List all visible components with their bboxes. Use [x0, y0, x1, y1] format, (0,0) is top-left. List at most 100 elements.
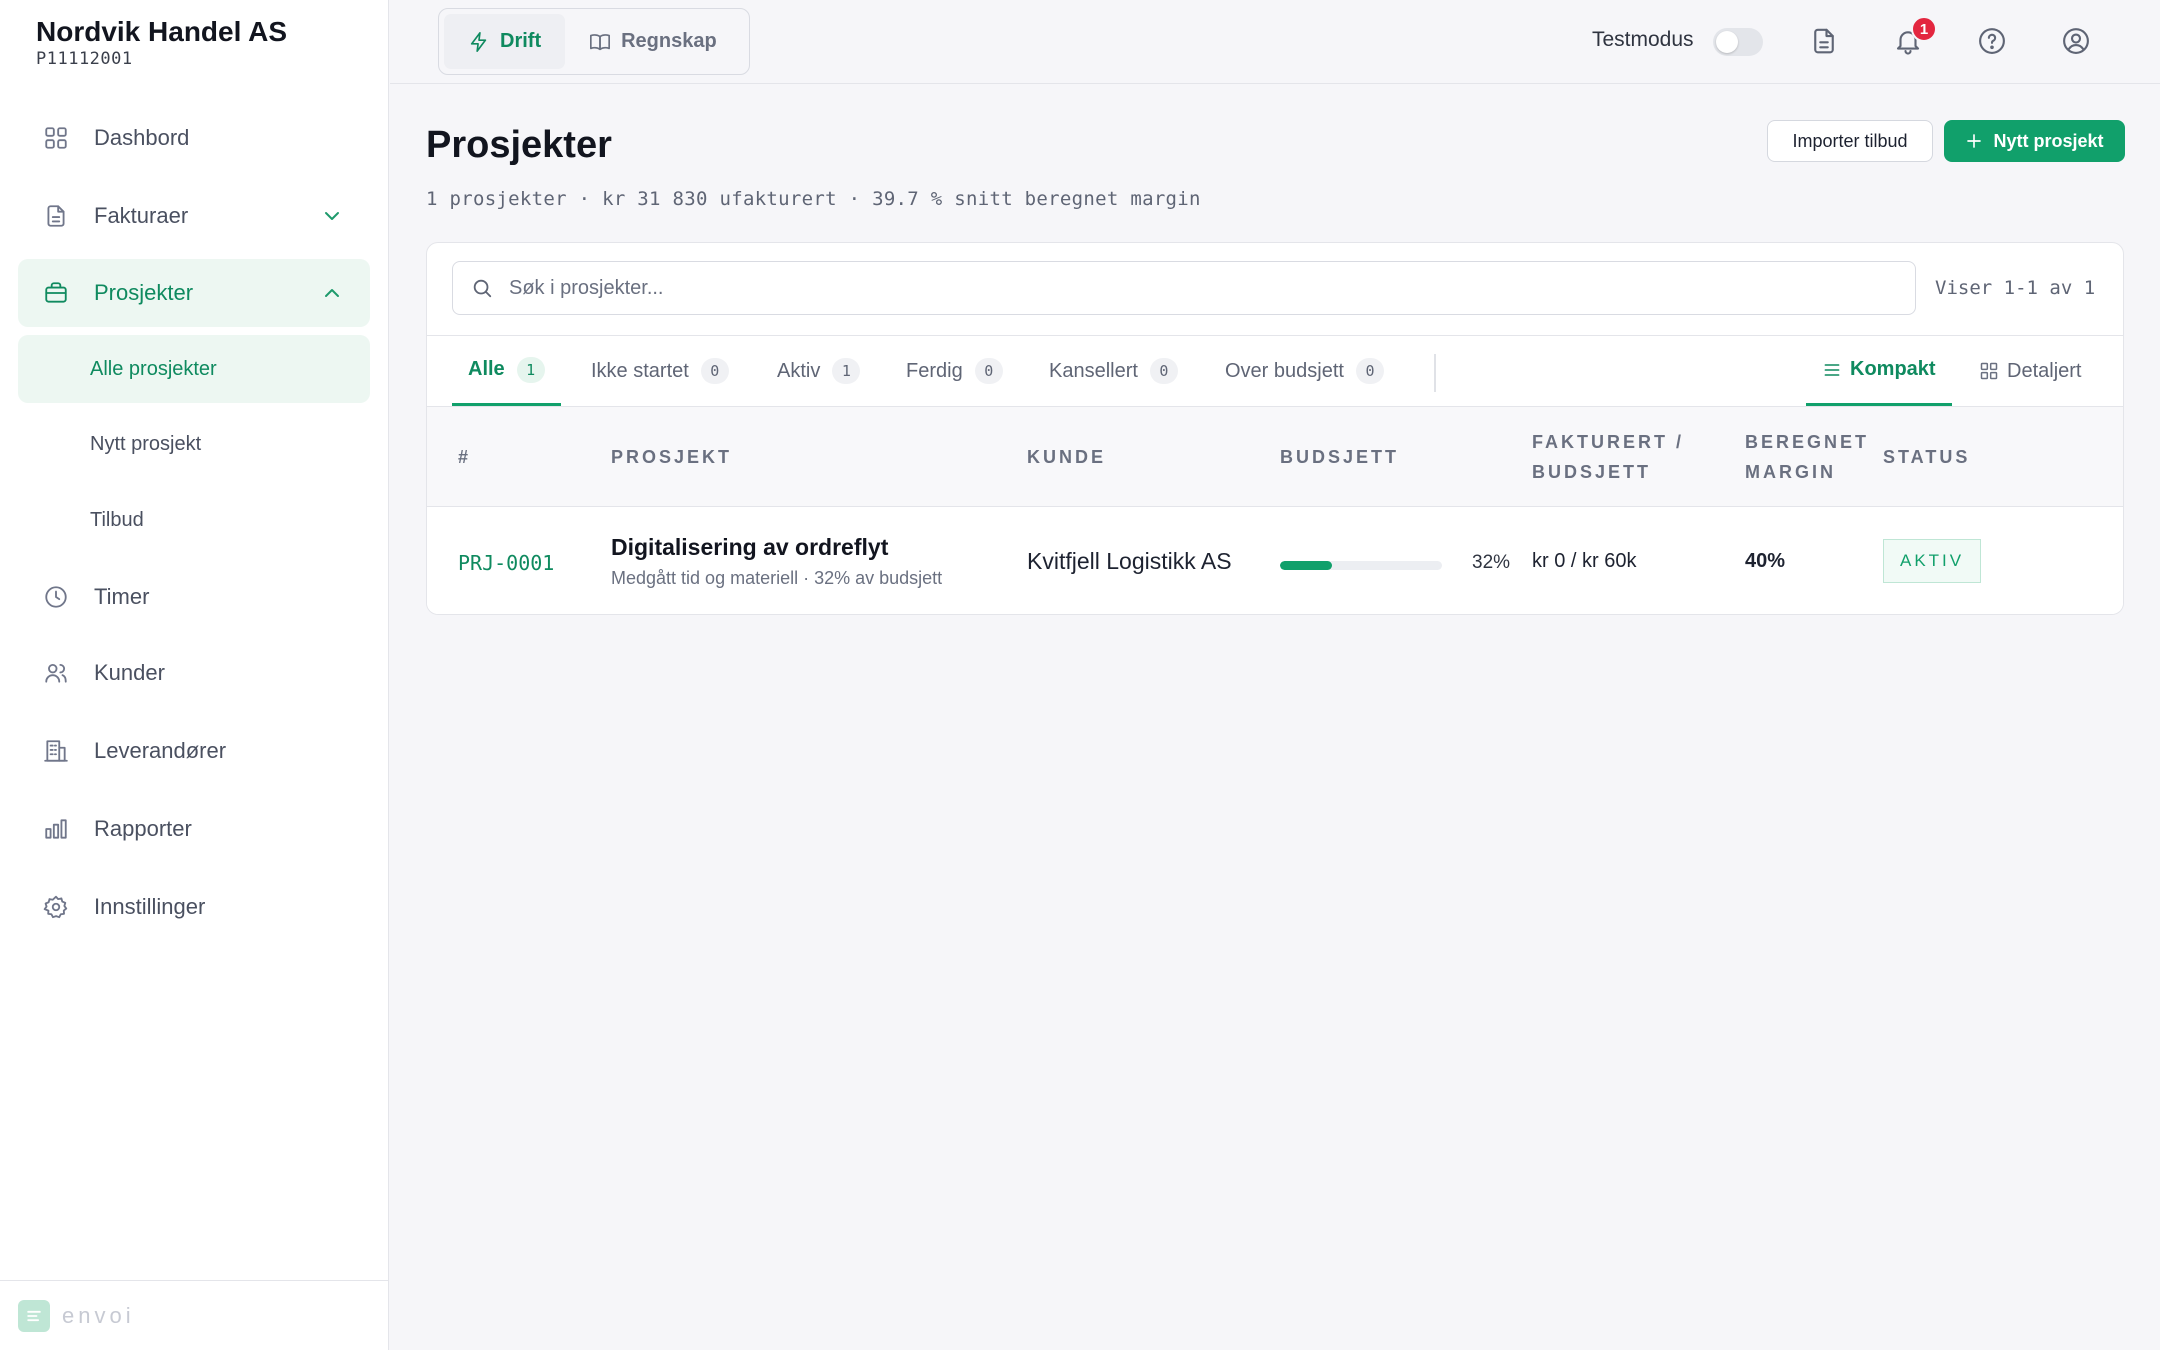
- tab-kansellert[interactable]: Kansellert 0: [1049, 336, 1178, 406]
- import-quote-button[interactable]: Importer tilbud: [1767, 120, 1933, 162]
- brand-logo-icon: [18, 1299, 50, 1332]
- sidebar-item-settings[interactable]: Innstillinger: [18, 873, 370, 941]
- sidebar-subitem-quotes[interactable]: Tilbud: [18, 486, 370, 554]
- customer-name: Kvitfjell Logistikk AS: [1027, 548, 1232, 574]
- project-subtitle: Medgått tid og materiell · 32% av budsje…: [611, 568, 943, 588]
- building-icon: [42, 737, 70, 765]
- book-icon: [590, 33, 611, 50]
- help-icon[interactable]: [1975, 24, 2009, 58]
- column-header-invoiced[interactable]: FAKTURERT / BUDSJETT: [1532, 427, 1684, 487]
- page-summary: 1 prosjekter · kr 31 830 ufakturert · 39…: [426, 188, 1201, 210]
- chevron-up-icon[interactable]: [320, 281, 344, 305]
- sidebar-item-label: Kunder: [94, 660, 165, 685]
- view-label: Detaljert: [2007, 359, 2082, 382]
- sidebar-item-label: Rapporter: [94, 816, 192, 841]
- sidebar-item-label: Timer: [94, 584, 150, 609]
- tab-label: Ikke startet: [591, 359, 689, 382]
- document-icon[interactable]: [1807, 24, 1841, 58]
- column-header-status[interactable]: STATUS: [1883, 442, 1970, 472]
- view-label: Kompakt: [1850, 358, 1936, 380]
- calculated-margin: 40%: [1745, 550, 1786, 572]
- sidebar-item-customers[interactable]: Kunder: [18, 639, 370, 707]
- brand-name: envoi: [62, 1302, 135, 1328]
- tab-alle[interactable]: Alle 1: [452, 336, 561, 406]
- top-bar: Drift Regnskap Testmodus 1: [390, 0, 2160, 84]
- search-box[interactable]: [452, 261, 1916, 315]
- sidebar-item-suppliers[interactable]: Leverandører: [18, 717, 370, 785]
- sidebar-subitem-all-projects[interactable]: Alle prosjekter: [18, 335, 370, 403]
- search-input[interactable]: [509, 276, 1889, 300]
- test-mode-label: Testmodus: [1592, 28, 1694, 51]
- toggle-knob: [1716, 31, 1738, 53]
- project-name[interactable]: Digitalisering av ordreflyt: [611, 534, 888, 561]
- lightning-icon: [470, 31, 487, 52]
- header-line: BEREGNET: [1745, 432, 1870, 452]
- tab-divider: [1434, 354, 1436, 392]
- sidebar-item-label: Leverandører: [94, 738, 227, 763]
- notification-badge: 1: [1911, 16, 1937, 42]
- table-header: # PROSJEKT KUNDE BUDSJETT FAKTURERT / BU…: [427, 407, 2123, 507]
- project-id-link[interactable]: PRJ-0001: [458, 551, 554, 575]
- tab-label: Alle: [468, 358, 505, 380]
- briefcase-icon: [42, 279, 70, 307]
- budget-percent: 32%: [1472, 552, 1511, 573]
- column-header-budget[interactable]: BUDSJETT: [1280, 442, 1399, 472]
- sidebar-item-label: Fakturaer: [94, 203, 189, 228]
- grid-icon: [42, 124, 70, 152]
- projects-card: Viser 1-1 av 1 Alle 1 Ikke startet 0 Akt…: [426, 242, 2124, 615]
- view-compact-button[interactable]: Kompakt: [1806, 336, 1952, 406]
- column-header-customer[interactable]: KUNDE: [1027, 442, 1106, 472]
- bar-chart-icon: [42, 815, 70, 843]
- invoiced-budget: kr 0 / kr 60k: [1532, 550, 1637, 572]
- sidebar-item-hours[interactable]: Timer: [18, 563, 370, 631]
- table-row[interactable]: PRJ-0001 Digitalisering av ordreflyt Med…: [427, 508, 2123, 614]
- budget-progress-fill: [1280, 561, 1332, 570]
- test-mode-toggle[interactable]: [1713, 28, 1763, 56]
- tab-ikke-startet[interactable]: Ikke startet 0: [591, 336, 729, 406]
- tab-over-budsjett[interactable]: Over budsjett 0: [1225, 336, 1384, 406]
- tab-count: 0: [1355, 358, 1384, 384]
- mode-button-drift[interactable]: Drift: [444, 14, 566, 69]
- list-icon: [1824, 363, 1840, 376]
- sidebar: Nordvik Handel AS P11112001 Dashbord Fak…: [0, 0, 389, 1350]
- sidebar-subitem-new-project[interactable]: Nytt prosjekt: [18, 410, 370, 478]
- header-line: BUDSJETT: [1532, 462, 1652, 482]
- chevron-down-icon[interactable]: [320, 204, 344, 228]
- plus-icon: [1967, 134, 1982, 148]
- sidebar-item-dashboard[interactable]: Dashbord: [18, 104, 370, 172]
- tab-label: Ferdig: [906, 359, 963, 382]
- column-header-project[interactable]: PROSJEKT: [611, 442, 732, 472]
- sidebar-item-label: Dashbord: [94, 125, 190, 150]
- sidebar-item-invoices[interactable]: Fakturaer: [18, 182, 370, 250]
- mode-switch: Drift Regnskap: [438, 8, 750, 75]
- document-icon: [42, 202, 70, 230]
- gear-icon: [42, 893, 70, 921]
- sidebar-item-reports[interactable]: Rapporter: [18, 795, 370, 863]
- budget-progress-bar: [1280, 561, 1442, 570]
- tab-aktiv[interactable]: Aktiv 1: [777, 336, 861, 406]
- sidebar-item-label: Innstillinger: [94, 894, 206, 919]
- column-header-margin[interactable]: BEREGNET MARGIN: [1745, 427, 1869, 487]
- org-name: Nordvik Handel AS: [36, 16, 288, 47]
- tab-count: 0: [700, 358, 729, 384]
- org-id: P11112001: [36, 49, 133, 69]
- tab-ferdig[interactable]: Ferdig 0: [906, 336, 1003, 406]
- user-avatar-icon[interactable]: [2059, 24, 2093, 58]
- sidebar-item-label: Prosjekter: [94, 280, 194, 305]
- status-badge: AKTIV: [1883, 539, 1982, 583]
- new-project-label: Nytt prosjekt: [1993, 130, 2104, 151]
- grid-icon: [1980, 362, 1998, 380]
- tab-count: 0: [974, 358, 1003, 384]
- mode-button-regnskap[interactable]: Regnskap: [565, 14, 741, 69]
- tab-count: 1: [832, 358, 861, 384]
- header-line: FAKTURERT /: [1532, 432, 1684, 452]
- result-count: Viser 1-1 av 1: [1935, 277, 2096, 299]
- users-icon: [42, 659, 70, 687]
- new-project-button[interactable]: Nytt prosjekt: [1944, 120, 2125, 162]
- tab-label: Kansellert: [1049, 359, 1138, 382]
- sidebar-footer: envoi: [0, 1280, 389, 1350]
- tab-label: Aktiv: [777, 359, 821, 382]
- sidebar-item-projects[interactable]: Prosjekter: [18, 259, 370, 327]
- view-detailed-button[interactable]: Detaljert: [1979, 336, 2081, 406]
- search-icon: [473, 279, 492, 298]
